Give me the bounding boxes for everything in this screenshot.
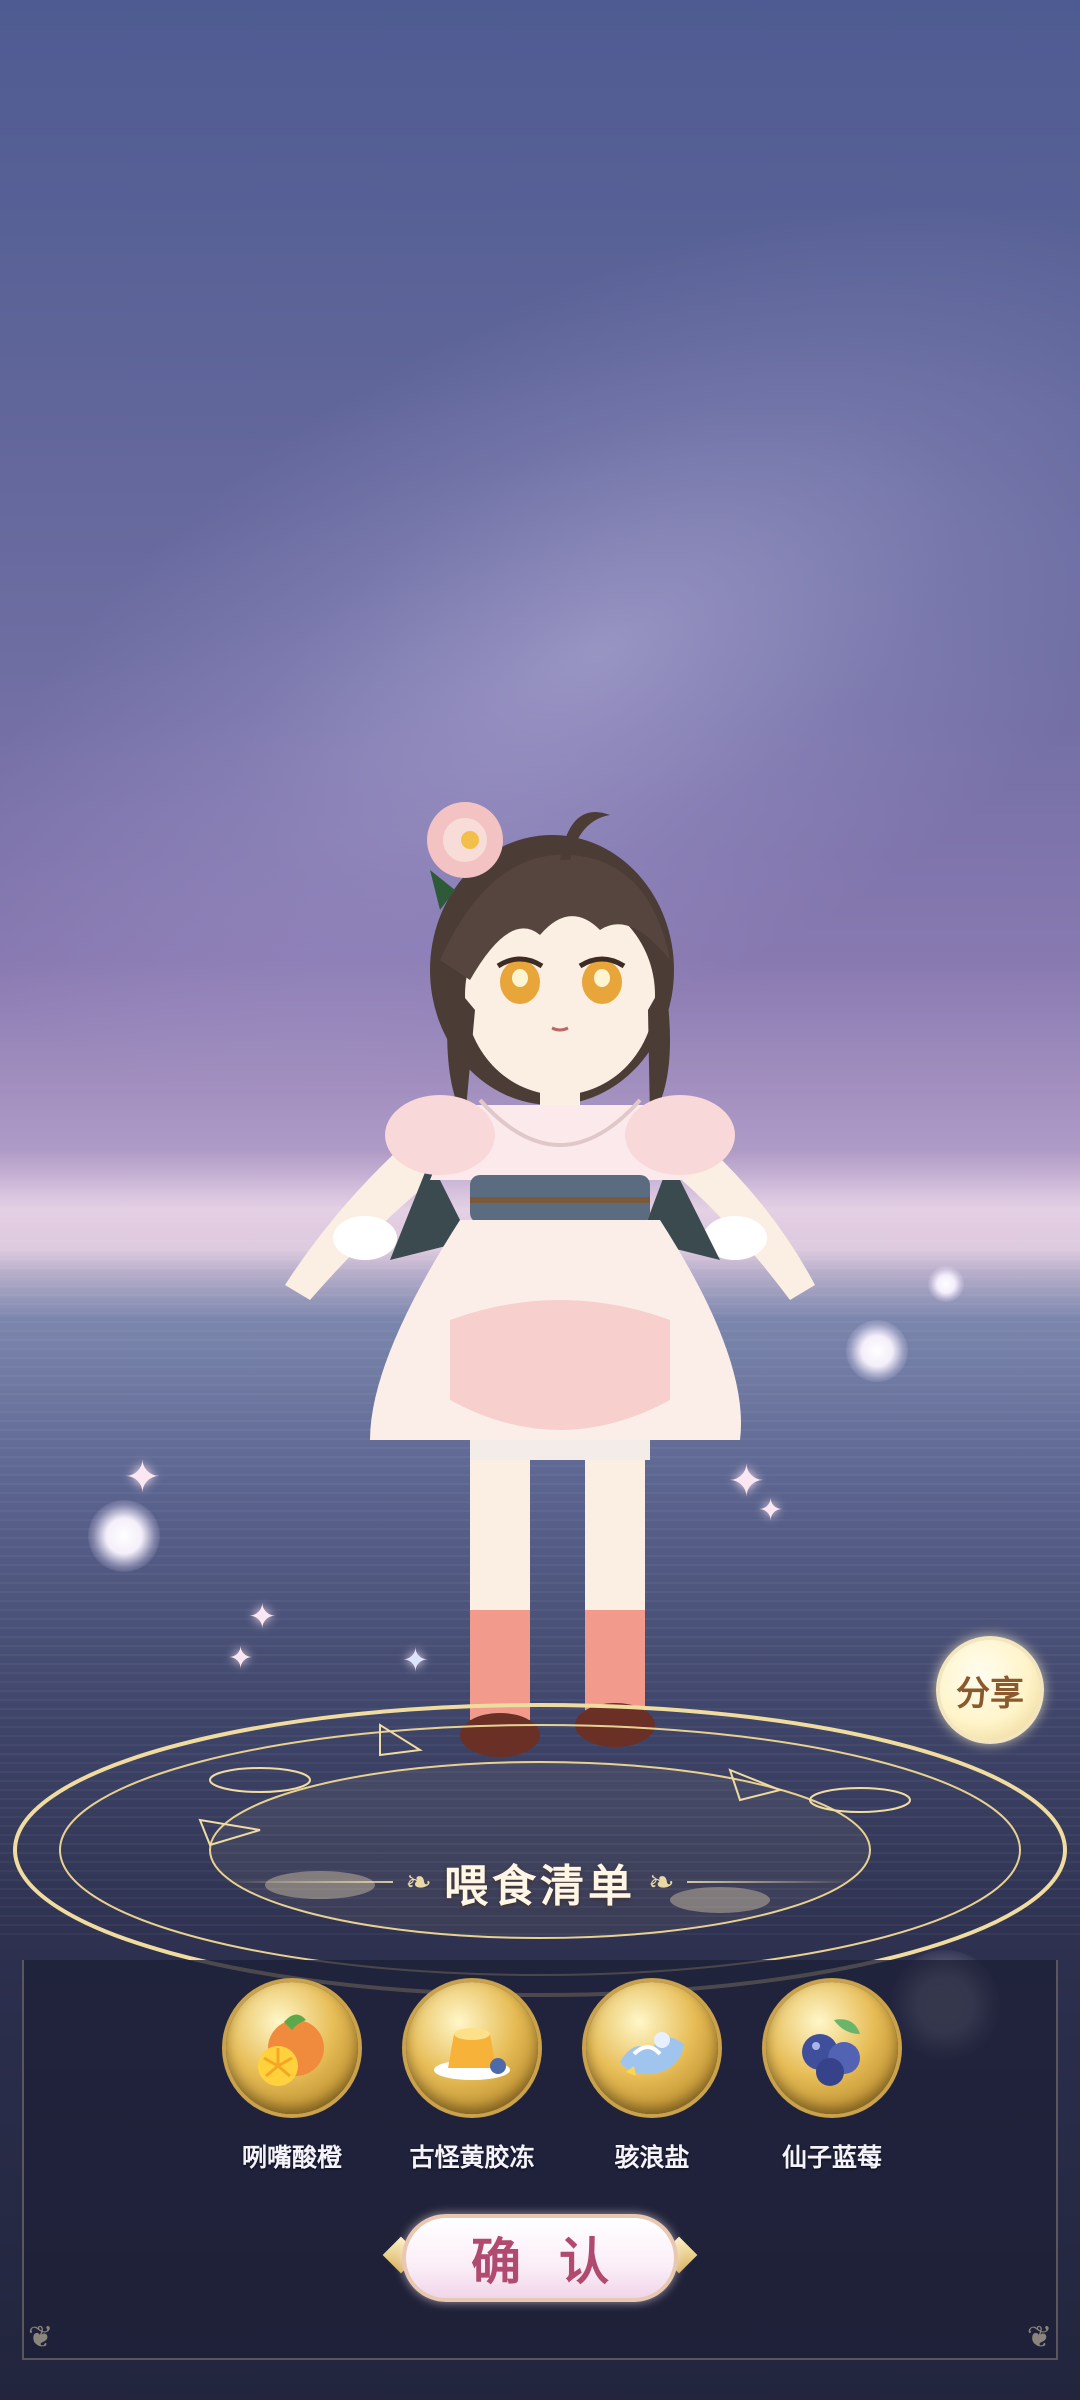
food-item[interactable]: 古怪黄胶冻 <box>392 1982 552 2182</box>
pudding-graphic <box>434 2028 510 2080</box>
light-orb <box>846 1320 908 1382</box>
panel-title: 喂食清单 <box>444 1861 636 1912</box>
food-label: 骇浪盐 <box>614 2143 690 2172</box>
food-label: 咧嘴酸橙 <box>241 2143 342 2172</box>
confirm-button[interactable]: 确认 <box>402 2214 678 2302</box>
food-item[interactable]: 咧嘴酸橙 <box>212 1982 372 2182</box>
sparkle-icon: ✦ <box>228 1641 254 1676</box>
blueberry-graphic <box>802 2019 860 2086</box>
leaf-left-icon: ❧ <box>405 1863 432 1901</box>
share-button[interactable]: 分享 <box>936 1636 1044 1744</box>
panel-title-row: ❧ 喂食清单 ❧ <box>22 1842 1058 1922</box>
wave-salt-icon[interactable] <box>586 1982 718 2114</box>
corner-ornament-icon: ❦ <box>1026 2320 1052 2355</box>
light-orb <box>88 1500 160 1572</box>
sparkle-icon: ✦ <box>124 1452 161 1503</box>
food-item[interactable]: 仙子蓝莓 <box>752 1982 912 2182</box>
confirm-button-wrap: 确认 <box>380 2210 700 2306</box>
title-divider-right <box>686 1881 857 1883</box>
chibi-character[interactable] <box>270 760 830 1840</box>
light-orb <box>928 1266 964 1302</box>
wave-salt-graphic <box>620 2032 684 2076</box>
food-label: 古怪黄胶冻 <box>409 2143 535 2172</box>
pudding-icon[interactable] <box>406 1982 538 2114</box>
title-divider-left <box>223 1881 394 1883</box>
feeding-list-panel: ❧ 喂食清单 ❧ 咧嘴酸橙 古怪黄胶冻 骇浪盐 仙子蓝莓 确认 ❦ ❦ <box>22 1800 1058 2360</box>
food-list: 咧嘴酸橙 古怪黄胶冻 骇浪盐 仙子蓝莓 <box>212 1982 912 2182</box>
confirm-label: 确认 <box>471 2232 647 2291</box>
game-screen: ✦ ✦ ✦ ✦ ✦ ✦ 分享 ❧ 喂食清单 ❧ 咧嘴酸橙 古怪黄胶冻 骇浪盐 仙… <box>0 0 1080 2400</box>
orange-graphic <box>258 2014 324 2086</box>
blueberry-icon[interactable] <box>766 1982 898 2114</box>
leaf-right-icon: ❧ <box>648 1863 675 1901</box>
orange-icon[interactable] <box>226 1982 358 2114</box>
share-label: 分享 <box>956 1673 1024 1714</box>
food-label: 仙子蓝莓 <box>781 2143 882 2172</box>
food-item[interactable]: 骇浪盐 <box>572 1982 732 2182</box>
corner-ornament-icon: ❦ <box>28 2320 54 2355</box>
